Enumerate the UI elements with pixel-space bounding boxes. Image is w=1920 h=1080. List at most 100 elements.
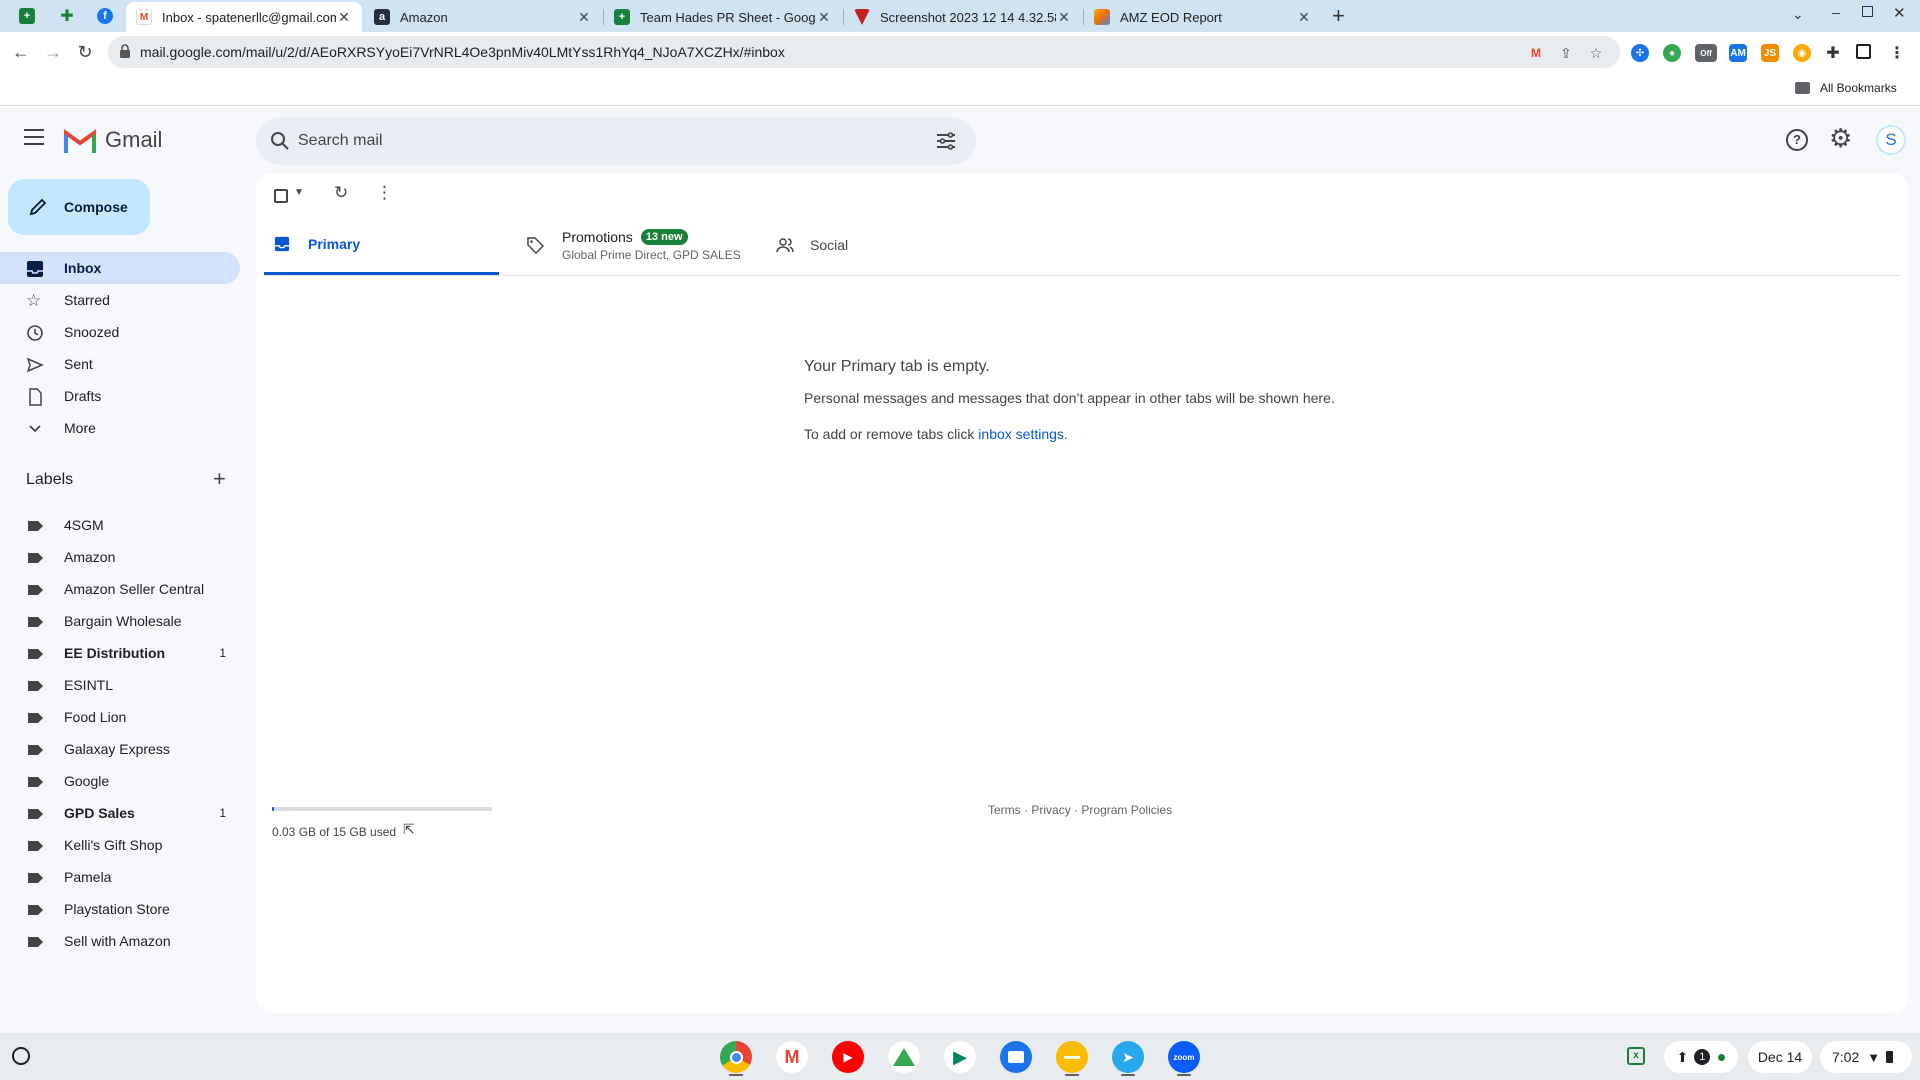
restore-button[interactable] — [1862, 6, 1873, 17]
nav-inbox[interactable]: Inbox — [0, 252, 240, 284]
notes-icon[interactable] — [1056, 1041, 1088, 1073]
close-tab-icon[interactable]: ✕ — [816, 9, 832, 26]
pinned-tab-extension[interactable]: ✚ — [52, 4, 82, 28]
nav-sent[interactable]: Sent — [0, 348, 240, 380]
gmail-icon[interactable]: M — [776, 1041, 808, 1073]
select-all-checkbox[interactable] — [274, 189, 288, 203]
account-avatar[interactable]: S — [1876, 125, 1906, 155]
reload-button[interactable]: ↻ — [72, 40, 98, 64]
tab-amz-eod[interactable]: AMZ EOD Report ✕ — [1084, 2, 1322, 32]
nav-snoozed[interactable]: Snoozed — [0, 316, 240, 348]
files-icon[interactable] — [1000, 1041, 1032, 1073]
compose-button[interactable]: Compose — [8, 179, 150, 235]
avatar-letter: S — [1885, 130, 1897, 149]
label-name: Galaxay Express — [64, 741, 170, 757]
sheets-tray-icon[interactable]: x — [1627, 1047, 1645, 1065]
nav-label: Drafts — [64, 388, 102, 404]
pinned-tab-facebook[interactable]: f — [90, 4, 120, 28]
nav-starred[interactable]: ☆ Starred — [0, 284, 240, 316]
bookmark-star-icon[interactable]: ☆ — [1588, 45, 1604, 61]
extension-off-icon[interactable]: Off — [1695, 44, 1717, 62]
empty-line-2-end: . — [1063, 426, 1068, 442]
program-policies-link[interactable]: Program Policies — [1081, 803, 1172, 817]
label-item[interactable]: 4SGM — [0, 509, 240, 541]
search-icon[interactable] — [270, 131, 290, 151]
zoom-icon[interactable]: zoom — [1168, 1041, 1200, 1073]
back-button[interactable]: ← — [8, 40, 34, 64]
address-bar[interactable]: mail.google.com/mail/u/2/d/AEoRXRSYyoEi7… — [108, 36, 1620, 68]
label-item[interactable]: GPD Sales 1 — [0, 797, 240, 829]
tab-inbox[interactable]: M Inbox - spatenerllc@gmail.com ✕ — [126, 2, 362, 32]
search-options-icon[interactable] — [936, 131, 956, 151]
label-item[interactable]: Playstation Store — [0, 893, 240, 925]
drive-icon[interactable] — [888, 1041, 920, 1073]
play-store-icon[interactable]: ▶ — [944, 1041, 976, 1073]
tab-screenshot[interactable]: Screenshot 2023 12 14 4.32.58 ✕ — [844, 2, 1082, 32]
extension-blue-icon[interactable]: ✣ — [1631, 44, 1649, 62]
more-actions-icon[interactable]: ⋮ — [376, 183, 393, 203]
label-item[interactable]: Kelli's Gift Shop — [0, 829, 240, 861]
chrome-icon[interactable] — [720, 1041, 752, 1073]
close-tab-icon[interactable]: ✕ — [576, 9, 592, 26]
extension-orange-icon[interactable]: ◉ — [1793, 44, 1811, 62]
date-tray[interactable]: Dec 14 — [1748, 1041, 1812, 1073]
tab-primary[interactable]: Primary — [264, 215, 499, 275]
label-item[interactable]: Food Lion — [0, 701, 240, 733]
gmail-site-icon[interactable]: M — [1528, 45, 1544, 61]
notification-tray[interactable]: ⬆ 1 — [1664, 1041, 1738, 1073]
extension-green-icon[interactable]: ● — [1663, 44, 1681, 62]
label-item[interactable]: Amazon — [0, 541, 240, 573]
tab-social[interactable]: Social — [776, 215, 996, 275]
side-panel-icon[interactable] — [1856, 44, 1871, 59]
all-bookmarks[interactable]: All Bookmarks — [1820, 81, 1897, 95]
close-tab-icon[interactable]: ✕ — [1296, 9, 1312, 26]
label-item[interactable]: Galaxay Express — [0, 733, 240, 765]
gmail-logo-icon[interactable] — [64, 129, 96, 153]
label-item[interactable]: EE Distribution 1 — [0, 637, 240, 669]
refresh-icon[interactable]: ↻ — [334, 183, 348, 203]
terms-link[interactable]: Terms — [988, 803, 1021, 817]
label-item[interactable]: Pamela — [0, 861, 240, 893]
settings-gear-icon[interactable]: ⚙ — [1829, 124, 1852, 152]
pinned-tab-sheets[interactable]: + — [12, 4, 42, 28]
label-name: Sell with Amazon — [64, 933, 171, 949]
tab-sheets[interactable]: + Team Hades PR Sheet - Google ✕ — [604, 2, 842, 32]
close-window-button[interactable]: ✕ — [1893, 4, 1906, 22]
share-icon[interactable]: ⇪ — [1558, 45, 1574, 61]
close-tab-icon[interactable]: ✕ — [1056, 9, 1072, 26]
extension-am-icon[interactable]: AM — [1729, 44, 1747, 62]
nav-more[interactable]: More — [0, 412, 240, 444]
label-tag-icon — [26, 933, 44, 951]
search-input[interactable] — [298, 117, 898, 165]
nav-drafts[interactable]: Drafts — [0, 380, 240, 412]
youtube-icon[interactable]: ▶ — [832, 1041, 864, 1073]
tab-amazon[interactable]: a Amazon ✕ — [364, 2, 602, 32]
launcher-icon[interactable] — [12, 1047, 30, 1065]
status-tray[interactable]: 7:02 ▼ — [1820, 1041, 1912, 1073]
label-item[interactable]: ESINTL — [0, 669, 240, 701]
nav-label: Inbox — [64, 260, 102, 276]
label-item[interactable]: Bargain Wholesale — [0, 605, 240, 637]
label-item[interactable]: Amazon Seller Central — [0, 573, 240, 605]
main-menu-icon[interactable] — [24, 129, 44, 145]
telegram-icon[interactable]: ➤ — [1112, 1041, 1144, 1073]
tab-search-chevron-icon[interactable]: ⌄ — [1792, 6, 1804, 23]
empty-line-2-text: To add or remove tabs click — [804, 426, 979, 442]
minimize-button[interactable]: – — [1832, 4, 1840, 20]
forward-button[interactable]: → — [40, 40, 66, 64]
label-item[interactable]: Google — [0, 765, 240, 797]
inbox-settings-link[interactable]: inbox settings — [978, 426, 1064, 442]
add-label-button[interactable]: + — [213, 468, 226, 490]
label-item[interactable]: Sell with Amazon — [0, 925, 240, 957]
browser-menu-icon[interactable]: ⋮ — [1888, 44, 1906, 62]
help-icon[interactable]: ? — [1786, 129, 1808, 151]
new-tab-button[interactable]: + — [1332, 4, 1345, 28]
wifi-icon: ▼ — [1867, 1049, 1881, 1065]
privacy-link[interactable]: Privacy — [1031, 803, 1070, 817]
tab-promotions[interactable]: Promotions 13 new Global Prime Direct, G… — [526, 215, 776, 275]
extensions-puzzle-icon[interactable]: ✚ — [1824, 44, 1842, 62]
open-external-icon[interactable]: ⇱ — [403, 821, 415, 838]
close-tab-icon[interactable]: ✕ — [336, 9, 352, 26]
select-dropdown-icon[interactable]: ▼ — [294, 187, 304, 198]
extension-js-icon[interactable]: JS — [1761, 44, 1779, 62]
